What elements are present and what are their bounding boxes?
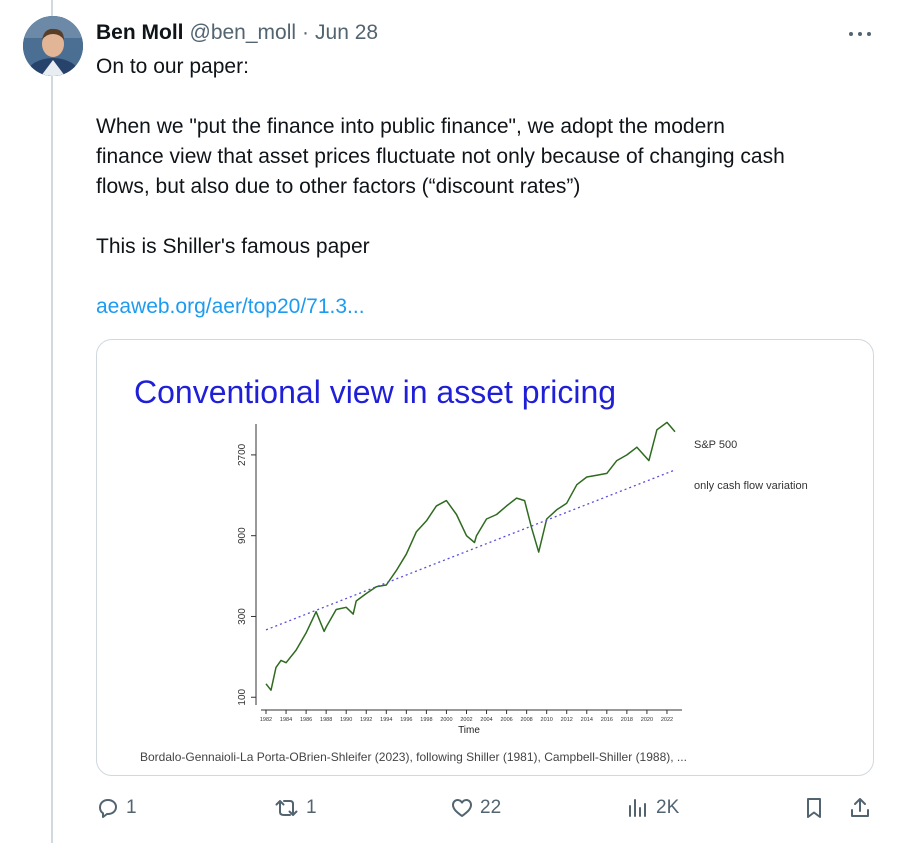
share-icon — [851, 798, 869, 817]
tweet-header: Ben Moll @ben_moll · Jun 28 — [96, 18, 378, 48]
author-handle[interactable]: @ben_moll — [190, 21, 297, 45]
x-tick-label: 1986 — [300, 717, 312, 723]
reply-icon — [99, 799, 117, 818]
more-dot — [858, 32, 862, 36]
series-line-sp500 — [265, 421, 676, 691]
x-tick-label: 1992 — [360, 717, 372, 723]
author-name[interactable]: Ben Moll — [96, 21, 184, 45]
tweet-text-line: finance view that asset prices fluctuate… — [96, 145, 785, 168]
x-tick-label: 2004 — [480, 717, 492, 723]
y-tick-label: 300 — [237, 608, 248, 625]
legend-label-cash-flow: only cash flow variation — [694, 480, 808, 492]
reply-count: 1 — [126, 797, 137, 818]
more-icon[interactable] — [846, 24, 874, 44]
like-icon — [452, 799, 472, 817]
series-line-cash-flow — [265, 469, 676, 631]
views-button[interactable]: 2K — [626, 796, 679, 820]
reply-button[interactable]: 1 — [96, 796, 137, 820]
x-tick-label: 2018 — [621, 717, 633, 723]
x-tick-label: 2022 — [661, 717, 673, 723]
x-tick-label: 1998 — [420, 717, 432, 723]
x-tick-label: 2014 — [581, 717, 593, 723]
more-dot — [849, 32, 853, 36]
like-count: 22 — [480, 797, 502, 818]
like-button[interactable]: 22 — [450, 796, 501, 820]
tweet-text-line: On to our paper: — [96, 55, 249, 78]
x-tick-label: 1982 — [260, 717, 272, 723]
thread-line — [51, 0, 53, 843]
views-count: 2K — [656, 797, 680, 818]
repost-count: 1 — [306, 797, 317, 818]
y-tick-label: 2700 — [237, 443, 248, 466]
x-tick-label: 2000 — [440, 717, 452, 723]
action-bar: 1 1 22 2K — [96, 790, 874, 830]
avatar[interactable] — [23, 16, 83, 76]
legend-label-sp500: S&P 500 — [694, 439, 737, 451]
tweet-text-line: flows, but also due to other factors (“d… — [96, 175, 581, 198]
bookmark-icon — [807, 798, 821, 818]
x-tick-label: 2016 — [601, 717, 613, 723]
chart: 100 300 900 2700 1982 1984 1986 1988 1990 1992 199… — [237, 421, 808, 736]
bookmark-button[interactable] — [802, 796, 826, 820]
slide-credit: Bordalo-Gennaioli-La Porta-OBrien-Shleif… — [140, 750, 687, 764]
y-tick-label: 100 — [237, 688, 248, 705]
more-dot — [867, 32, 871, 36]
repost-icon — [275, 800, 298, 816]
y-tick-label: 900 — [237, 527, 248, 544]
x-tick-label: 1984 — [280, 717, 292, 723]
x-tick-label: 2008 — [521, 717, 533, 723]
tweet-text-line: When we "put the finance into public fin… — [96, 115, 725, 138]
tweet-link[interactable]: aeaweb.org/aer/top20/71.3... — [96, 292, 365, 322]
x-tick-label: 2002 — [460, 717, 472, 723]
x-tick-label: 2006 — [500, 717, 512, 723]
x-tick-label: 2012 — [561, 717, 573, 723]
x-tick-label: 1994 — [380, 717, 392, 723]
share-button[interactable] — [848, 796, 872, 820]
x-tick-label: 2020 — [641, 717, 653, 723]
tweet-text-line: This is Shiller's famous paper — [96, 235, 370, 258]
tweet-date[interactable]: Jun 28 — [315, 21, 378, 45]
x-tick-label: 2010 — [541, 717, 553, 723]
x-tick-label: 1990 — [340, 717, 352, 723]
avatar-image — [23, 16, 83, 76]
x-tick-label: 1988 — [320, 717, 332, 723]
media-card[interactable]: Conventional view in asset pricing 100 30… — [96, 339, 874, 776]
repost-button[interactable]: 1 — [274, 796, 317, 820]
x-tick-label: 1996 — [400, 717, 412, 723]
views-icon — [629, 799, 646, 817]
x-axis-label: Time — [458, 725, 480, 736]
header-separator: · — [302, 21, 310, 44]
